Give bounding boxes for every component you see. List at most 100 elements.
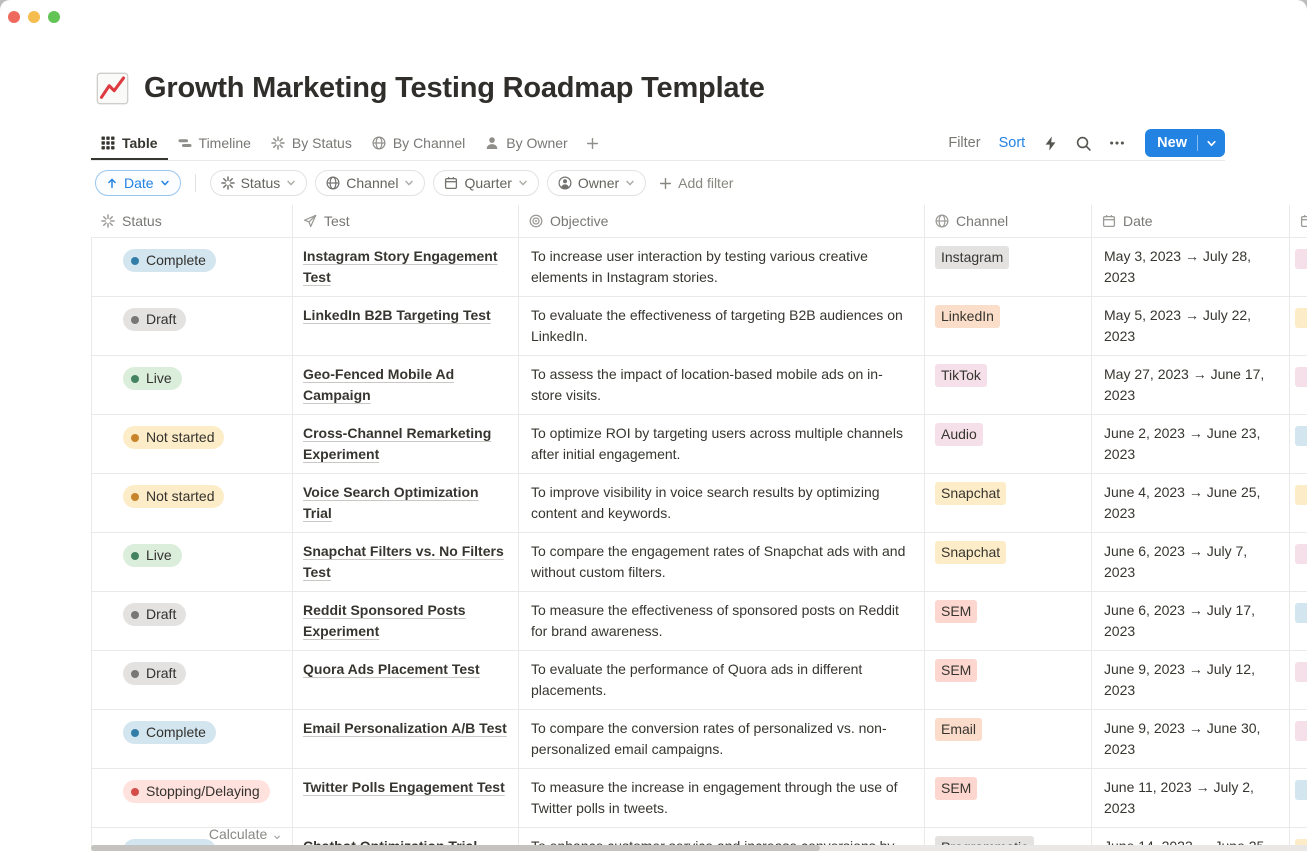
column-header-test[interactable]: Test [293,205,519,238]
filter-pill-owner[interactable]: Owner [547,170,646,196]
channel-cell[interactable]: Email [925,710,1092,769]
quarter-tag[interactable] [1295,780,1307,800]
status-badge[interactable]: Not started [123,485,224,508]
channel-tag[interactable]: Instagram [935,246,1009,269]
test-cell[interactable]: Email Personalization A/B Test [293,710,519,769]
quarter-tag[interactable] [1295,308,1307,328]
status-badge[interactable]: Stopping/Delaying [123,780,270,803]
test-cell[interactable]: Snapchat Filters vs. No Filters Test [293,533,519,592]
chart-increasing-icon[interactable] [96,72,129,105]
date-cell[interactable]: June 11, 2023 → July 2, 2023 [1092,769,1290,828]
quarter-tag[interactable] [1295,662,1307,682]
date-cell[interactable]: June 2, 2023 → June 23, 2023 [1092,415,1290,474]
status-cell[interactable]: Draft [91,592,293,651]
page-title[interactable]: Growth Marketing Testing Roadmap Templat… [144,72,765,105]
filter-button[interactable]: Filter [948,135,980,151]
status-cell[interactable]: Complete [91,238,293,297]
quarter-cell[interactable] [1290,769,1307,828]
column-header-date[interactable]: Date [1092,205,1290,238]
date-cell[interactable]: June 9, 2023 → June 30, 2023 [1092,710,1290,769]
test-cell[interactable]: Cross-Channel Remarketing Experiment [293,415,519,474]
new-button[interactable]: New [1145,129,1197,157]
channel-tag[interactable]: Snapchat [935,541,1006,564]
status-badge[interactable]: Draft [123,662,186,685]
status-cell[interactable]: Complete [91,710,293,769]
objective-cell[interactable]: To evaluate the performance of Quora ads… [519,651,925,710]
filter-pill-channel[interactable]: Channel [315,170,425,196]
test-cell[interactable]: Voice Search Optimization Trial [293,474,519,533]
status-cell[interactable]: Draft [91,651,293,710]
date-cell[interactable]: June 9, 2023 → July 12, 2023 [1092,651,1290,710]
quarter-tag[interactable] [1295,603,1307,623]
quarter-tag[interactable] [1295,544,1307,564]
date-cell[interactable]: June 6, 2023 → July 7, 2023 [1092,533,1290,592]
quarter-cell[interactable] [1290,474,1307,533]
test-cell[interactable]: Twitter Polls Engagement Test [293,769,519,828]
tab-by-owner[interactable]: By Owner [475,126,577,160]
close-window-button[interactable] [8,11,20,23]
objective-cell[interactable]: To measure the increase in engagement th… [519,769,925,828]
automations-button[interactable] [1043,136,1058,151]
test-title-link[interactable]: Snapchat Filters vs. No Filters Test [303,543,504,580]
status-badge[interactable]: Live [123,544,182,567]
channel-tag[interactable]: SEM [935,777,977,800]
channel-tag[interactable]: TikTok [935,364,987,387]
tab-by-channel[interactable]: By Channel [362,126,475,160]
status-badge[interactable]: Draft [123,308,186,331]
objective-cell[interactable]: To increase user interaction by testing … [519,238,925,297]
channel-cell[interactable]: SEM [925,592,1092,651]
objective-cell[interactable]: To compare the conversion rates of perso… [519,710,925,769]
channel-tag[interactable]: SEM [935,600,977,623]
calculate-button[interactable]: Calculate⌄ [91,821,293,848]
test-title-link[interactable]: Email Personalization A/B Test [303,720,507,736]
test-title-link[interactable]: LinkedIn B2B Targeting Test [303,307,491,323]
channel-tag[interactable]: Audio [935,423,983,446]
date-cell[interactable]: May 3, 2023 → July 28, 2023 [1092,238,1290,297]
column-header-quarter[interactable] [1290,205,1307,238]
minimize-window-button[interactable] [28,11,40,23]
more-options-button[interactable] [1109,135,1125,151]
date-cell[interactable]: June 4, 2023 → June 25, 2023 [1092,474,1290,533]
tab-table[interactable]: Table [91,126,168,160]
date-cell[interactable]: May 27, 2023 → June 17, 2023 [1092,356,1290,415]
channel-cell[interactable]: Audio [925,415,1092,474]
test-cell[interactable]: LinkedIn B2B Targeting Test [293,297,519,356]
quarter-cell[interactable] [1290,533,1307,592]
status-cell[interactable]: Not started [91,474,293,533]
column-header-channel[interactable]: Channel [925,205,1092,238]
status-badge[interactable]: Live [123,367,182,390]
add-filter-button[interactable]: Add filter [659,175,733,191]
objective-cell[interactable]: To assess the impact of location-based m… [519,356,925,415]
status-badge[interactable]: Complete [123,721,216,744]
quarter-cell[interactable] [1290,238,1307,297]
horizontal-scrollbar[interactable] [91,845,1307,851]
date-cell[interactable]: May 5, 2023 → July 22, 2023 [1092,297,1290,356]
new-dropdown-button[interactable] [1198,129,1225,157]
filter-pill-quarter[interactable]: Quarter [433,170,538,196]
status-cell[interactable]: Live [91,356,293,415]
test-title-link[interactable]: Voice Search Optimization Trial [303,484,479,521]
scrollbar-thumb[interactable] [91,845,820,851]
sort-pill-date[interactable]: Date [95,170,181,196]
add-view-button[interactable] [578,126,607,160]
test-title-link[interactable]: Instagram Story Engagement Test [303,248,498,285]
quarter-tag[interactable] [1295,721,1307,741]
status-cell[interactable]: Not started [91,415,293,474]
quarter-cell[interactable] [1290,415,1307,474]
tab-timeline[interactable]: Timeline [168,126,261,160]
status-cell[interactable]: Stopping/Delaying [91,769,293,828]
column-header-status[interactable]: Status [91,205,293,238]
status-cell[interactable]: Live [91,533,293,592]
quarter-cell[interactable] [1290,592,1307,651]
filter-pill-status[interactable]: Status [210,170,308,196]
quarter-cell[interactable] [1290,651,1307,710]
channel-cell[interactable]: SEM [925,651,1092,710]
quarter-tag[interactable] [1295,426,1307,446]
status-cell[interactable]: Draft [91,297,293,356]
channel-tag[interactable]: Snapchat [935,482,1006,505]
test-title-link[interactable]: Quora Ads Placement Test [303,661,480,677]
status-badge[interactable]: Complete [123,249,216,272]
status-badge[interactable]: Draft [123,603,186,626]
channel-cell[interactable]: SEM [925,769,1092,828]
test-cell[interactable]: Geo-Fenced Mobile Ad Campaign [293,356,519,415]
